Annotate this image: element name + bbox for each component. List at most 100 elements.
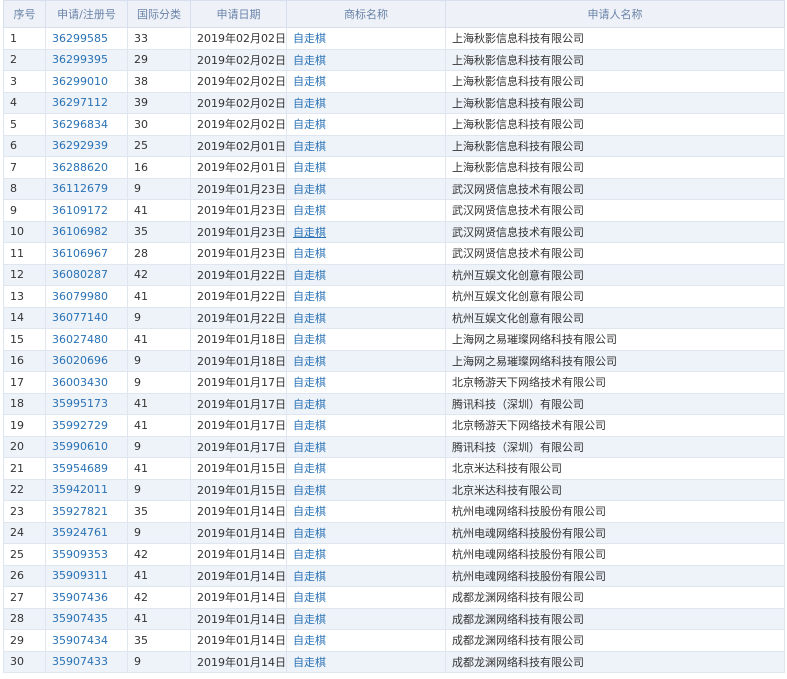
reg-number-cell: 35992729 [45, 414, 128, 437]
applicant-cell: 上海秋影信息科技有限公司 [452, 139, 584, 153]
row-index-cell: 18 [3, 392, 46, 415]
trademark-name-link[interactable]: 自走棋 [293, 419, 326, 432]
trademark-name-link[interactable]: 自走棋 [293, 54, 326, 67]
trademark-name-link[interactable]: 自走棋 [293, 376, 326, 389]
trademark-name-link[interactable]: 自走棋 [293, 634, 326, 647]
trademark-name-cell: 自走棋 [286, 27, 446, 50]
class-cell-cell: 9 [127, 349, 191, 372]
reg-number-link[interactable]: 35907434 [52, 634, 108, 647]
reg-number-cell: 36027480 [45, 328, 128, 351]
reg-number-link[interactable]: 35907433 [52, 655, 108, 668]
reg-number-link[interactable]: 35942011 [52, 483, 108, 496]
reg-number-link[interactable]: 36106982 [52, 225, 108, 238]
trademark-name-link[interactable]: 自走棋 [293, 204, 326, 217]
reg-number-link[interactable]: 36292939 [52, 139, 108, 152]
date-cell-cell: 2019年01月14日 [190, 586, 287, 609]
trademark-name-cell: 自走棋 [286, 306, 446, 329]
trademark-name-cell: 自走棋 [286, 285, 446, 308]
row-index: 7 [10, 160, 17, 174]
table-row: 5 36296834 30 2019年02月02日 自走棋 上海秋影信息科技有限公司 [3, 113, 785, 136]
trademark-name-link[interactable]: 自走棋 [293, 656, 326, 669]
class-cell-cell: 41 [127, 457, 191, 480]
trademark-name-link[interactable]: 自走棋 [293, 226, 326, 239]
reg-number-link[interactable]: 36296834 [52, 118, 108, 131]
trademark-name-link[interactable]: 自走棋 [293, 32, 326, 45]
trademark-name-cell: 自走棋 [286, 414, 446, 437]
trademark-name-link[interactable]: 自走棋 [293, 548, 326, 561]
col-header-trademark[interactable]: 商标名称 [286, 0, 446, 28]
reg-number-link[interactable]: 35907435 [52, 612, 108, 625]
row-index-cell: 20 [3, 435, 46, 458]
reg-number-link[interactable]: 36299395 [52, 53, 108, 66]
trademark-name-link[interactable]: 自走棋 [293, 290, 326, 303]
row-index-cell: 23 [3, 500, 46, 523]
reg-number-link[interactable]: 35907436 [52, 591, 108, 604]
trademark-name-link[interactable]: 自走棋 [293, 484, 326, 497]
class-cell-cell: 28 [127, 242, 191, 265]
trademark-name-link[interactable]: 自走棋 [293, 97, 326, 110]
col-header-applicant[interactable]: 申请人名称 [445, 0, 785, 28]
col-header-reg-number[interactable]: 申请/注册号 [45, 0, 128, 28]
trademark-name-link[interactable]: 自走棋 [293, 613, 326, 626]
class-cell-cell: 9 [127, 478, 191, 501]
reg-number-link[interactable]: 35990610 [52, 440, 108, 453]
trademark-name-link[interactable]: 自走棋 [293, 441, 326, 454]
row-index: 24 [10, 526, 24, 540]
applicant-cell-cell: 武汉网贤信息技术有限公司 [445, 242, 785, 265]
trademark-name-link[interactable]: 自走棋 [293, 355, 326, 368]
trademark-name-link[interactable]: 自走棋 [293, 570, 326, 583]
reg-number-cell: 35907435 [45, 607, 128, 630]
row-index-cell: 1 [3, 27, 46, 50]
reg-number-link[interactable]: 35927821 [52, 505, 108, 518]
trademark-name-link[interactable]: 自走棋 [293, 527, 326, 540]
class-cell: 41 [134, 332, 148, 346]
reg-number-link[interactable]: 36112679 [52, 182, 108, 195]
class-cell: 38 [134, 74, 148, 88]
class-cell-cell: 41 [127, 328, 191, 351]
reg-number-link[interactable]: 35995173 [52, 397, 108, 410]
trademark-name-link[interactable]: 自走棋 [293, 505, 326, 518]
reg-number-link[interactable]: 36106967 [52, 247, 108, 260]
applicant-cell-cell: 成都龙渊网络科技有限公司 [445, 650, 785, 673]
class-cell: 35 [134, 633, 148, 647]
trademark-name-link[interactable]: 自走棋 [293, 398, 326, 411]
trademark-name-link[interactable]: 自走棋 [293, 591, 326, 604]
trademark-name-link[interactable]: 自走棋 [293, 183, 326, 196]
reg-number-link[interactable]: 36297112 [52, 96, 108, 109]
class-cell-cell: 33 [127, 27, 191, 50]
col-header-class[interactable]: 国际分类 [127, 0, 191, 28]
row-index-cell: 2 [3, 48, 46, 71]
reg-number-link[interactable]: 36020696 [52, 354, 108, 367]
reg-number-link[interactable]: 36288620 [52, 161, 108, 174]
reg-number-link[interactable]: 35909353 [52, 548, 108, 561]
applicant-cell-cell: 杭州电魂网络科技股份有限公司 [445, 521, 785, 544]
reg-number-link[interactable]: 36299585 [52, 32, 108, 45]
trademark-name-link[interactable]: 自走棋 [293, 161, 326, 174]
date-cell: 2019年01月15日 [197, 483, 286, 497]
date-cell-cell: 2019年01月14日 [190, 629, 287, 652]
reg-number-link[interactable]: 36109172 [52, 204, 108, 217]
reg-number-link[interactable]: 36080287 [52, 268, 108, 281]
applicant-cell: 上海网之易璀璨网络科技有限公司 [452, 354, 617, 368]
reg-number-link[interactable]: 36077140 [52, 311, 108, 324]
date-cell: 2019年02月02日 [197, 32, 286, 46]
reg-number-link[interactable]: 36299010 [52, 75, 108, 88]
col-header-date[interactable]: 申请日期 [190, 0, 287, 28]
trademark-name-link[interactable]: 自走棋 [293, 75, 326, 88]
reg-number-link[interactable]: 35954689 [52, 462, 108, 475]
reg-number-link[interactable]: 35909311 [52, 569, 108, 582]
trademark-name-link[interactable]: 自走棋 [293, 269, 326, 282]
reg-number-link[interactable]: 36003430 [52, 376, 108, 389]
reg-number-link[interactable]: 35924761 [52, 526, 108, 539]
reg-number-cell: 35909311 [45, 564, 128, 587]
date-cell-cell: 2019年01月14日 [190, 650, 287, 673]
trademark-name-link[interactable]: 自走棋 [293, 333, 326, 346]
trademark-name-link[interactable]: 自走棋 [293, 312, 326, 325]
trademark-name-link[interactable]: 自走棋 [293, 140, 326, 153]
trademark-name-link[interactable]: 自走棋 [293, 247, 326, 260]
trademark-name-link[interactable]: 自走棋 [293, 462, 326, 475]
reg-number-link[interactable]: 36079980 [52, 290, 108, 303]
trademark-name-link[interactable]: 自走棋 [293, 118, 326, 131]
reg-number-link[interactable]: 35992729 [52, 419, 108, 432]
reg-number-link[interactable]: 36027480 [52, 333, 108, 346]
